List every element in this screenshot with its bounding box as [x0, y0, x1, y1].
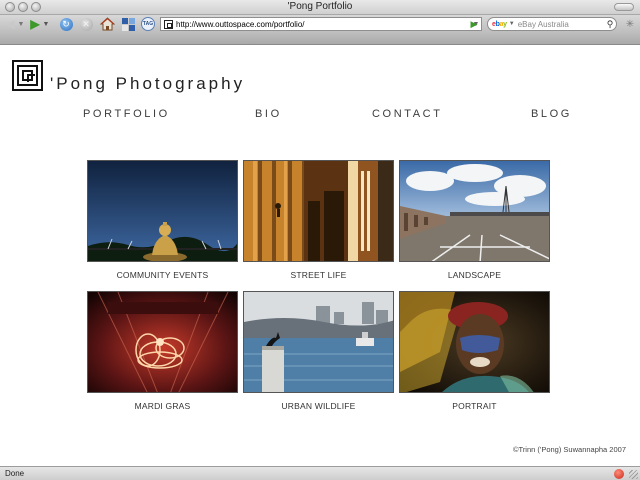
- address-input[interactable]: http://www.outtospace.com/portfolio/: [176, 20, 471, 29]
- go-button[interactable]: ▶: [468, 18, 480, 30]
- address-bar[interactable]: http://www.outtospace.com/portfolio/ ▼: [160, 17, 482, 31]
- gallery-tile-urban-wildlife[interactable]: URBAN WILDLIFE: [243, 291, 394, 411]
- tag-icon: TAG: [141, 17, 155, 31]
- stop-button[interactable]: ✕: [78, 16, 94, 32]
- gallery-tile-portrait[interactable]: PORTRAIT: [399, 291, 550, 411]
- back-history-dropdown[interactable]: ▼: [17, 16, 25, 32]
- home-icon: [99, 17, 115, 31]
- dashboard-icon: [121, 17, 135, 31]
- window-titlebar: 'Pong Portfolio: [0, 0, 640, 15]
- back-button[interactable]: ◀: [3, 16, 17, 32]
- status-indicator-icon[interactable]: [614, 469, 624, 479]
- reload-icon: ↻: [59, 17, 73, 31]
- street-life-thumbnail[interactable]: [243, 160, 394, 262]
- gallery-tile-mardi-gras[interactable]: MARDI GRAS: [87, 291, 238, 411]
- window-title: 'Pong Portfolio: [287, 1, 353, 12]
- nav-portfolio-link[interactable]: PORTFOLIO: [83, 108, 170, 120]
- search-icon[interactable]: ⚲: [604, 19, 616, 30]
- tag-button[interactable]: TAG: [140, 16, 156, 32]
- portrait-thumbnail[interactable]: [399, 291, 550, 393]
- status-bar: Done: [0, 466, 640, 480]
- portrait-caption[interactable]: PORTRAIT: [399, 401, 550, 411]
- site-logo-icon[interactable]: [12, 60, 43, 91]
- urban-wildlife-caption[interactable]: URBAN WILDLIFE: [243, 401, 394, 411]
- nav-blog-link[interactable]: BLOG: [531, 108, 572, 120]
- browser-toolbar: ◀ ▼ ▶ ▼ ↻ ✕ TAG http://www.outtospace.co…: [0, 15, 640, 33]
- community-events-caption[interactable]: COMMUNITY EVENTS: [87, 270, 238, 280]
- site-favicon: [164, 19, 173, 29]
- gallery-tile-street-life[interactable]: STREET LIFE: [243, 160, 394, 280]
- mardi-gras-thumbnail[interactable]: [87, 291, 238, 393]
- search-bar[interactable]: ebay ▼ eBay Australia ⚲: [487, 17, 617, 31]
- search-engine-dropdown[interactable]: ▼: [509, 21, 515, 27]
- web-page: 'Pong Photography PORTFOLIO BIO CONTACT …: [0, 46, 640, 466]
- forward-button[interactable]: ▶: [28, 16, 42, 32]
- gallery-tile-landscape[interactable]: LANDSCAPE: [399, 160, 550, 280]
- landscape-caption[interactable]: LANDSCAPE: [399, 270, 550, 280]
- home-button[interactable]: [99, 16, 115, 32]
- mardi-gras-caption[interactable]: MARDI GRAS: [87, 401, 238, 411]
- urban-wildlife-thumbnail[interactable]: [243, 291, 394, 393]
- resize-grip-icon[interactable]: [629, 470, 638, 479]
- toolbar-toggle-button[interactable]: [614, 3, 634, 11]
- forward-history-dropdown[interactable]: ▼: [42, 16, 50, 32]
- dashboard-button[interactable]: [120, 16, 136, 32]
- activity-spinner-icon: ✳: [625, 18, 635, 30]
- street-life-caption[interactable]: STREET LIFE: [243, 270, 394, 280]
- gallery-tile-community-events[interactable]: COMMUNITY EVENTS: [87, 160, 238, 280]
- nav-bio-link[interactable]: BIO: [255, 108, 282, 120]
- nav-contact-link[interactable]: CONTACT: [372, 108, 443, 120]
- reload-button[interactable]: ↻: [58, 16, 74, 32]
- landscape-thumbnail[interactable]: [399, 160, 550, 262]
- community-events-thumbnail[interactable]: [87, 160, 238, 262]
- copyright-text: ©Trinn ('Pong) Suwannapha 2007: [512, 445, 626, 454]
- search-input[interactable]: eBay Australia: [518, 20, 604, 29]
- status-text: Done: [5, 469, 25, 478]
- site-title: 'Pong Photography: [50, 74, 246, 93]
- bookmarks-bar: [0, 33, 640, 45]
- stop-icon: ✕: [79, 17, 93, 31]
- ebay-engine-icon[interactable]: ebay: [492, 21, 507, 28]
